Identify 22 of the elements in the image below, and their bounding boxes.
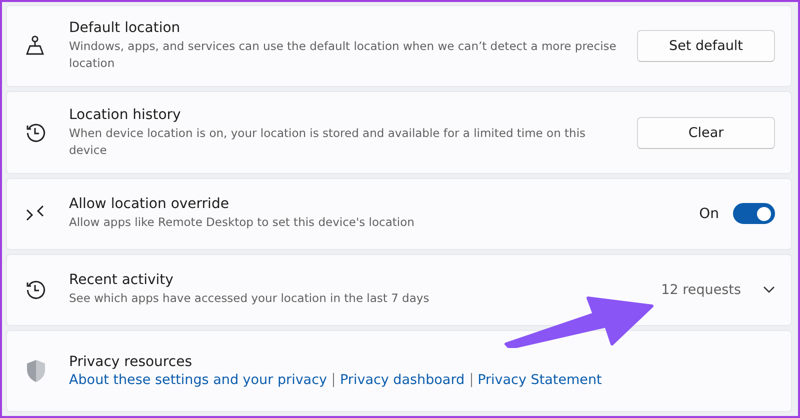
setting-title: Privacy resources [69,354,193,370]
setting-title: Recent activity [69,272,174,288]
request-count: 12 requests [661,282,741,298]
shield-icon [25,358,47,383]
history-icon [25,278,47,301]
toggle-state-label: On [699,206,719,222]
history-icon [25,122,47,144]
setting-description: Allow apps like Remote Desktop to set this device's location [69,214,416,232]
privacy-link[interactable]: Privacy Statement [478,372,602,388]
setting-description: When device location is on, your location is stored and available for a limited time on this device [69,124,587,159]
privacy-link[interactable]: About these settings and your privacy [69,372,327,388]
setting-title: Location history [69,106,182,123]
setting-description: Windows, apps, and services can use the default location when we can’t detect a more precise location [69,38,617,72]
action-button[interactable]: Clear [637,116,775,149]
setting-title: Default location [69,20,182,36]
action-button[interactable]: Set default [637,30,775,62]
chevron-icon[interactable] [763,286,775,294]
privacy-link[interactable]: Privacy dashboard [340,372,465,388]
toggle-switch[interactable] [733,203,775,224]
setting-description: See which apps have accessed your location in the last 7 days [69,290,430,308]
setting-title: Allow location override [69,196,230,212]
location-pin-icon [25,35,45,58]
